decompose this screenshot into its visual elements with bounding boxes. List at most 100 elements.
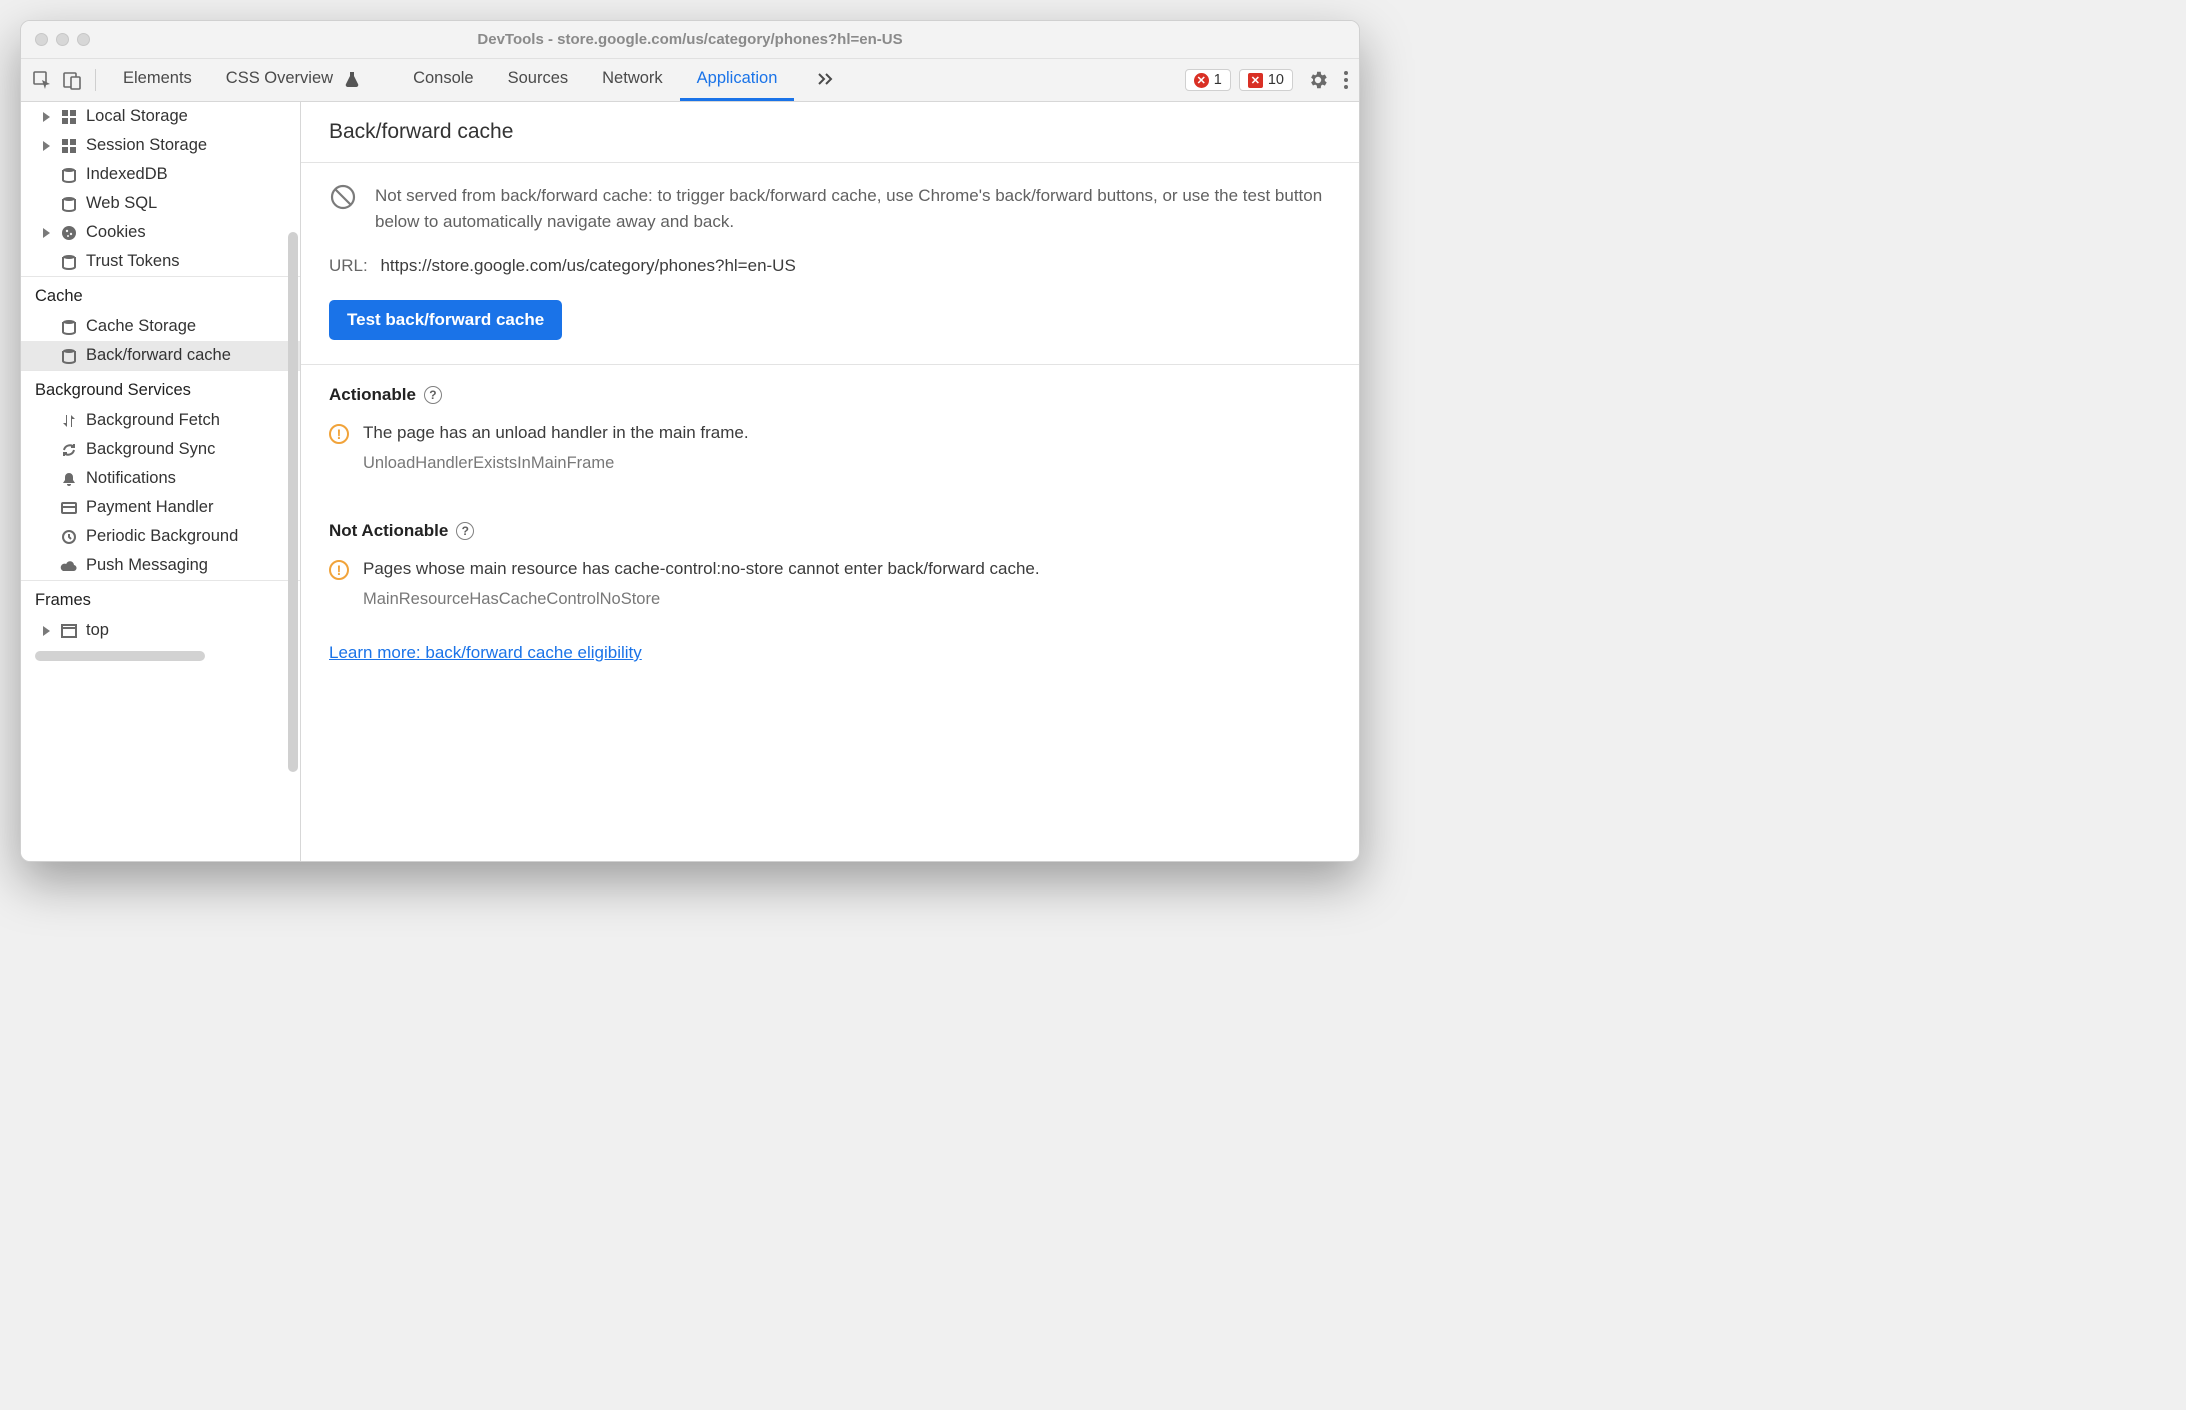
sidebar-item-indexeddb[interactable]: IndexedDB — [21, 160, 300, 189]
sidebar-item-frame-top[interactable]: top — [21, 616, 300, 645]
window-title: DevTools - store.google.com/us/category/… — [21, 31, 1359, 48]
disclosure-icon — [43, 626, 50, 636]
learn-more-link[interactable]: Learn more: back/forward cache eligibili… — [329, 643, 642, 662]
not-actionable-heading: Not Actionable ? — [329, 521, 1331, 541]
more-menu-icon[interactable] — [1343, 69, 1349, 91]
sidebar-group-bgservices: Background Services Background Fetch Bac… — [21, 370, 300, 580]
bfcache-status-panel: Not served from back/forward cache: to t… — [301, 163, 1359, 365]
tab-application[interactable]: Application — [680, 59, 795, 101]
sync-icon — [60, 441, 78, 459]
issue-icon: ✕ — [1248, 73, 1263, 88]
tab-network[interactable]: Network — [585, 59, 680, 101]
bfcache-panel: Back/forward cache Not served from back/… — [301, 102, 1359, 861]
help-icon[interactable]: ? — [424, 386, 442, 404]
settings-gear-icon[interactable] — [1307, 69, 1329, 91]
tab-css-overview[interactable]: CSS Overview — [209, 59, 376, 101]
card-icon — [60, 499, 78, 517]
disclosure-icon — [43, 228, 50, 238]
actionable-issue-code: UnloadHandlerExistsInMainFrame — [363, 454, 1331, 473]
titlebar: DevTools - store.google.com/us/category/… — [21, 21, 1359, 59]
application-sidebar: Local Storage Session Storage IndexedDB — [21, 102, 301, 861]
sidebar-item-label: Web SQL — [86, 194, 157, 213]
sidebar-item-label: Background Fetch — [86, 411, 220, 430]
tab-css-overview-label: CSS Overview — [226, 69, 333, 88]
frame-icon — [60, 622, 78, 640]
tab-elements-label: Elements — [123, 69, 192, 88]
sidebar-item-notifications[interactable]: Notifications — [21, 464, 300, 493]
sidebar-item-cookies[interactable]: Cookies — [21, 218, 300, 247]
sidebar-hscroll-thumb[interactable] — [35, 651, 205, 661]
sidebar-item-label: Notifications — [86, 469, 176, 488]
error-count: 1 — [1214, 72, 1222, 88]
sidebar-scroll[interactable]: Local Storage Session Storage IndexedDB — [21, 102, 300, 861]
toolbar-separator — [95, 69, 96, 91]
tab-sources[interactable]: Sources — [491, 59, 586, 101]
sidebar-header-frames: Frames — [21, 580, 300, 616]
clock-icon — [60, 528, 78, 546]
bfcache-info-row: Not served from back/forward cache: to t… — [329, 183, 1331, 234]
sidebar-item-bg-sync[interactable]: Background Sync — [21, 435, 300, 464]
sidebar-item-trust-tokens[interactable]: Trust Tokens — [21, 247, 300, 276]
tab-sources-label: Sources — [508, 69, 569, 88]
cloud-icon — [60, 557, 78, 575]
grid-icon — [60, 108, 78, 126]
sidebar-item-cache-storage[interactable]: Cache Storage — [21, 312, 300, 341]
panel-body: Local Storage Session Storage IndexedDB — [21, 101, 1359, 861]
tab-application-label: Application — [697, 69, 778, 88]
sidebar-vscroll-track — [286, 102, 300, 861]
database-icon — [60, 166, 78, 184]
sidebar-item-session-storage[interactable]: Session Storage — [21, 131, 300, 160]
sidebar-item-label: Push Messaging — [86, 556, 208, 575]
bell-icon — [60, 470, 78, 488]
sidebar-item-label: Back/forward cache — [86, 346, 231, 365]
sidebar-item-bfcache[interactable]: Back/forward cache — [21, 341, 300, 370]
tab-overflow[interactable] — [794, 59, 852, 101]
flask-icon — [339, 71, 359, 87]
help-icon[interactable]: ? — [456, 522, 474, 540]
url-value: https://store.google.com/us/category/pho… — [380, 256, 795, 275]
device-toolbar-icon[interactable] — [61, 69, 83, 91]
tab-console-label: Console — [413, 69, 474, 88]
cookie-icon — [60, 224, 78, 242]
tab-elements[interactable]: Elements — [106, 59, 209, 101]
warning-icon: ! — [329, 424, 349, 444]
bfcache-url-row: URL: https://store.google.com/us/categor… — [329, 256, 1331, 276]
sidebar-item-periodic-bg[interactable]: Periodic Background — [21, 522, 300, 551]
inspect-element-icon[interactable] — [31, 69, 53, 91]
sidebar-vscroll-thumb[interactable] — [288, 232, 298, 772]
error-badge[interactable]: ✕ 1 — [1185, 69, 1231, 91]
sidebar-item-push-messaging[interactable]: Push Messaging — [21, 551, 300, 580]
sidebar-item-label: Cache Storage — [86, 317, 196, 336]
devtools-window: DevTools - store.google.com/us/category/… — [20, 20, 1360, 862]
disclosure-icon — [43, 141, 50, 151]
sidebar-item-websql[interactable]: Web SQL — [21, 189, 300, 218]
not-actionable-issue: ! Pages whose main resource has cache-co… — [329, 559, 1331, 580]
sidebar-item-label: Background Sync — [86, 440, 215, 459]
section-actionable: Actionable ? ! The page has an unload ha… — [301, 365, 1359, 501]
url-label: URL: — [329, 256, 368, 275]
sidebar-item-label: Payment Handler — [86, 498, 213, 517]
transfer-icon — [60, 412, 78, 430]
tab-console[interactable]: Console — [396, 59, 491, 101]
database-icon — [60, 347, 78, 365]
actionable-heading-text: Actionable — [329, 385, 416, 405]
sidebar-item-local-storage[interactable]: Local Storage — [21, 102, 300, 131]
sidebar-item-payment-handler[interactable]: Payment Handler — [21, 493, 300, 522]
test-bfcache-button[interactable]: Test back/forward cache — [329, 300, 562, 340]
sidebar-item-bg-fetch[interactable]: Background Fetch — [21, 406, 300, 435]
issue-badge[interactable]: ✕ 10 — [1239, 69, 1293, 91]
grid-icon — [60, 137, 78, 155]
panel-title: Back/forward cache — [301, 102, 1359, 163]
actionable-issue-msg: The page has an unload handler in the ma… — [363, 423, 749, 443]
panel-tabs: Elements CSS Overview Console Sources Ne… — [106, 59, 852, 101]
warning-icon: ! — [329, 560, 349, 580]
sidebar-header-bgservices: Background Services — [21, 370, 300, 406]
sidebar-group-frames: Frames top — [21, 580, 300, 645]
sidebar-group-cache: Cache Cache Storage Back/forward cache — [21, 276, 300, 370]
database-icon — [60, 253, 78, 271]
disclosure-icon — [43, 112, 50, 122]
error-icon: ✕ — [1194, 73, 1209, 88]
not-actionable-issue-msg: Pages whose main resource has cache-cont… — [363, 559, 1040, 579]
actionable-issue: ! The page has an unload handler in the … — [329, 423, 1331, 444]
bfcache-info-text: Not served from back/forward cache: to t… — [375, 183, 1331, 234]
